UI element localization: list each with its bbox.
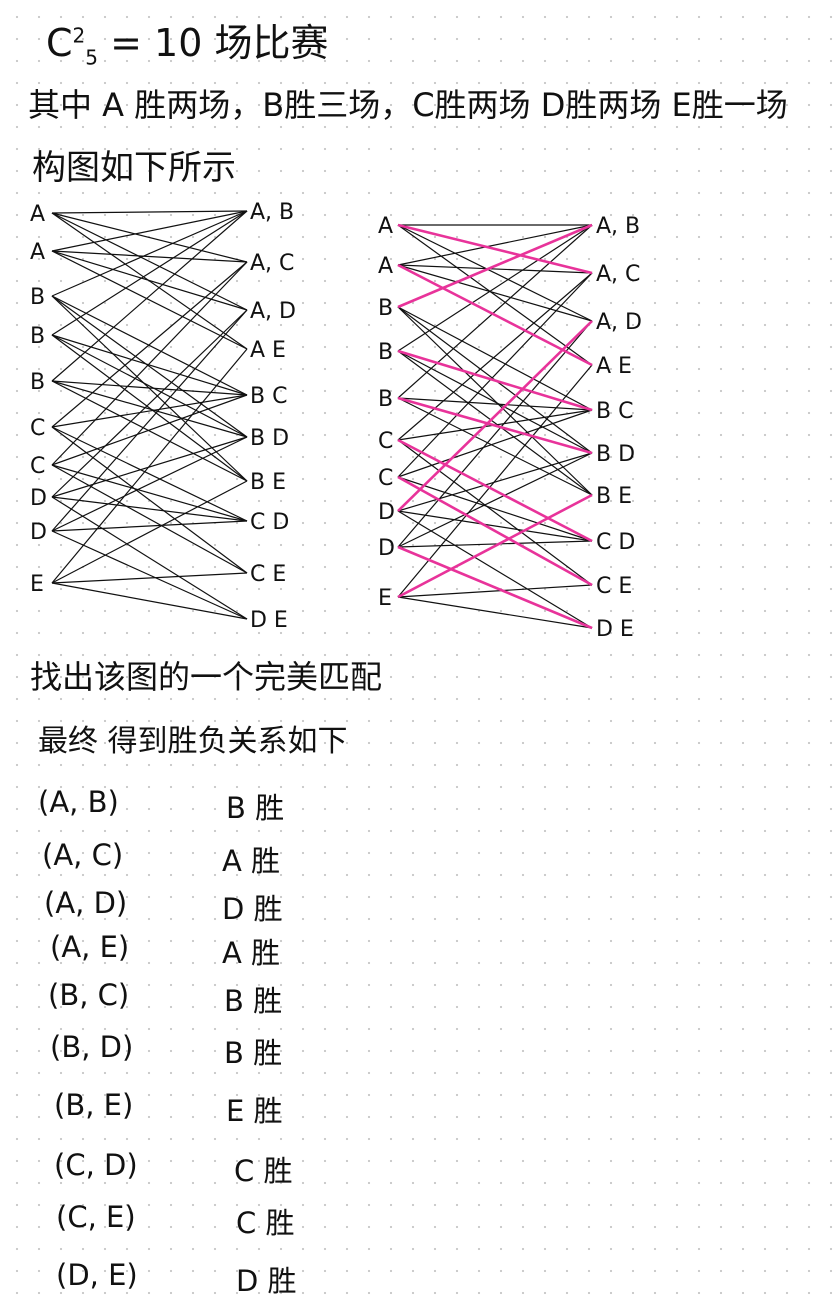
left-node-label: B	[378, 296, 393, 321]
graph-edge	[51, 309, 248, 498]
result-pair: (B, D)	[50, 1030, 134, 1064]
left-node-label: A	[30, 202, 45, 227]
result-winner: B 胜	[226, 791, 285, 825]
graph-edge	[51, 250, 248, 350]
graph-right: AABBBCCDDEA, BA, CA, DA EB CB DB EC DC E…	[378, 214, 642, 642]
graph-edge	[397, 224, 593, 399]
right-node-label: C E	[596, 574, 632, 599]
right-node-label: C E	[250, 562, 286, 587]
result-winner: A 胜	[222, 844, 281, 878]
graph-edge	[397, 596, 593, 629]
right-node-label: B C	[596, 399, 633, 424]
result-winner: C 胜	[236, 1206, 295, 1240]
right-node-label: C D	[250, 510, 289, 535]
matching-edge	[397, 396, 593, 455]
graph-edge	[51, 334, 248, 482]
graph-intro: 构图如下所示	[32, 148, 236, 188]
graph-edge	[51, 210, 248, 336]
left-node-label: B	[378, 387, 393, 412]
left-node-label: A	[378, 254, 393, 279]
right-node-label: A, D	[250, 299, 296, 324]
left-node-label: B	[30, 285, 45, 310]
graph-edge	[51, 309, 248, 532]
result-pair: (C, E)	[56, 1200, 136, 1234]
right-node-label: D E	[596, 617, 634, 642]
right-node-label: A, D	[596, 310, 642, 335]
graph-edge	[51, 380, 248, 396]
result-winner: B 胜	[224, 1036, 283, 1070]
formula-sup: 2	[72, 23, 86, 48]
graph-edge	[51, 210, 248, 252]
result-winner: E 胜	[226, 1094, 283, 1128]
left-node-label: A	[378, 214, 393, 239]
right-node-label: C D	[596, 530, 635, 555]
graph-edge	[51, 436, 248, 498]
result-pair: (B, C)	[48, 978, 130, 1012]
right-node-label: A, C	[250, 251, 294, 276]
graph-edge	[397, 224, 593, 352]
final-result-label: 最终 得到胜负关系如下	[38, 724, 348, 759]
result-winner: A 胜	[222, 936, 281, 970]
right-node-label: D E	[250, 608, 288, 633]
result-pair: (A, D)	[44, 886, 128, 920]
left-node-label: B	[30, 324, 45, 349]
formula-rest: = 10 场比赛	[110, 21, 329, 65]
left-node-label: C	[378, 429, 393, 454]
left-node-label: E	[378, 586, 392, 611]
bipartite-graphs: AABBBCCDDEA, BA, CA, DA EB CB DB EC DC E…	[30, 200, 642, 642]
right-node-label: A E	[250, 338, 286, 363]
right-node-label: B D	[596, 442, 635, 467]
graph-edge	[51, 295, 248, 438]
result-winner: C 胜	[234, 1154, 293, 1188]
result-pair: (D, E)	[56, 1258, 138, 1292]
graph-edge	[51, 520, 248, 532]
right-node-label: B E	[596, 484, 632, 509]
formula-c: C	[46, 21, 73, 65]
result-winner: D 胜	[222, 892, 283, 926]
left-node-label: D	[378, 500, 395, 525]
right-node-label: A, C	[596, 262, 640, 287]
graph-edge	[51, 212, 248, 263]
result-pair: (A, E)	[50, 930, 130, 964]
left-node-label: C	[30, 416, 45, 441]
formula-sub: 5	[85, 45, 99, 70]
graph-edge	[51, 394, 248, 466]
graph-edge	[51, 480, 248, 584]
graph-edge	[51, 210, 248, 297]
right-node-label: B E	[250, 470, 286, 495]
left-node-label: E	[30, 572, 44, 597]
right-node-label: A E	[596, 354, 632, 379]
left-node-label: D	[30, 486, 47, 511]
left-node-label: B	[30, 370, 45, 395]
right-node-label: B D	[250, 426, 289, 451]
result-pair: (B, E)	[54, 1088, 134, 1122]
result-pair: (C, D)	[54, 1148, 138, 1182]
graph-edge	[51, 380, 248, 438]
graph-edge	[51, 210, 248, 214]
graph-edge	[51, 261, 248, 466]
result-pair: (A, B)	[38, 785, 119, 819]
result-winner: D 胜	[236, 1264, 297, 1298]
left-node-label: B	[378, 340, 393, 365]
find-matching-label: 找出该图的一个完美匹配	[30, 658, 383, 696]
right-node-label: A, B	[250, 200, 294, 225]
result-winner: B 胜	[224, 984, 283, 1018]
wins-summary: 其中 A 胜两场，B胜三场，C胜两场 D胜两场 E胜一场	[28, 86, 788, 124]
title-formula: C25 = 10 场比赛	[46, 12, 328, 70]
right-node-label: A, B	[596, 214, 640, 239]
graph-edge	[51, 295, 248, 396]
left-node-label: C	[378, 466, 393, 491]
result-pair: (A, C)	[42, 838, 124, 872]
right-node-label: B C	[250, 384, 287, 409]
left-node-label: D	[378, 536, 395, 561]
left-node-label: D	[30, 520, 47, 545]
graph-edge	[51, 464, 248, 574]
left-node-label: C	[30, 454, 45, 479]
matching-edge	[397, 545, 593, 630]
graph-left: AABBBCCDDEA, BA, CA, DA EB CB DB EC DC E…	[30, 200, 296, 633]
left-node-label: A	[30, 240, 45, 265]
